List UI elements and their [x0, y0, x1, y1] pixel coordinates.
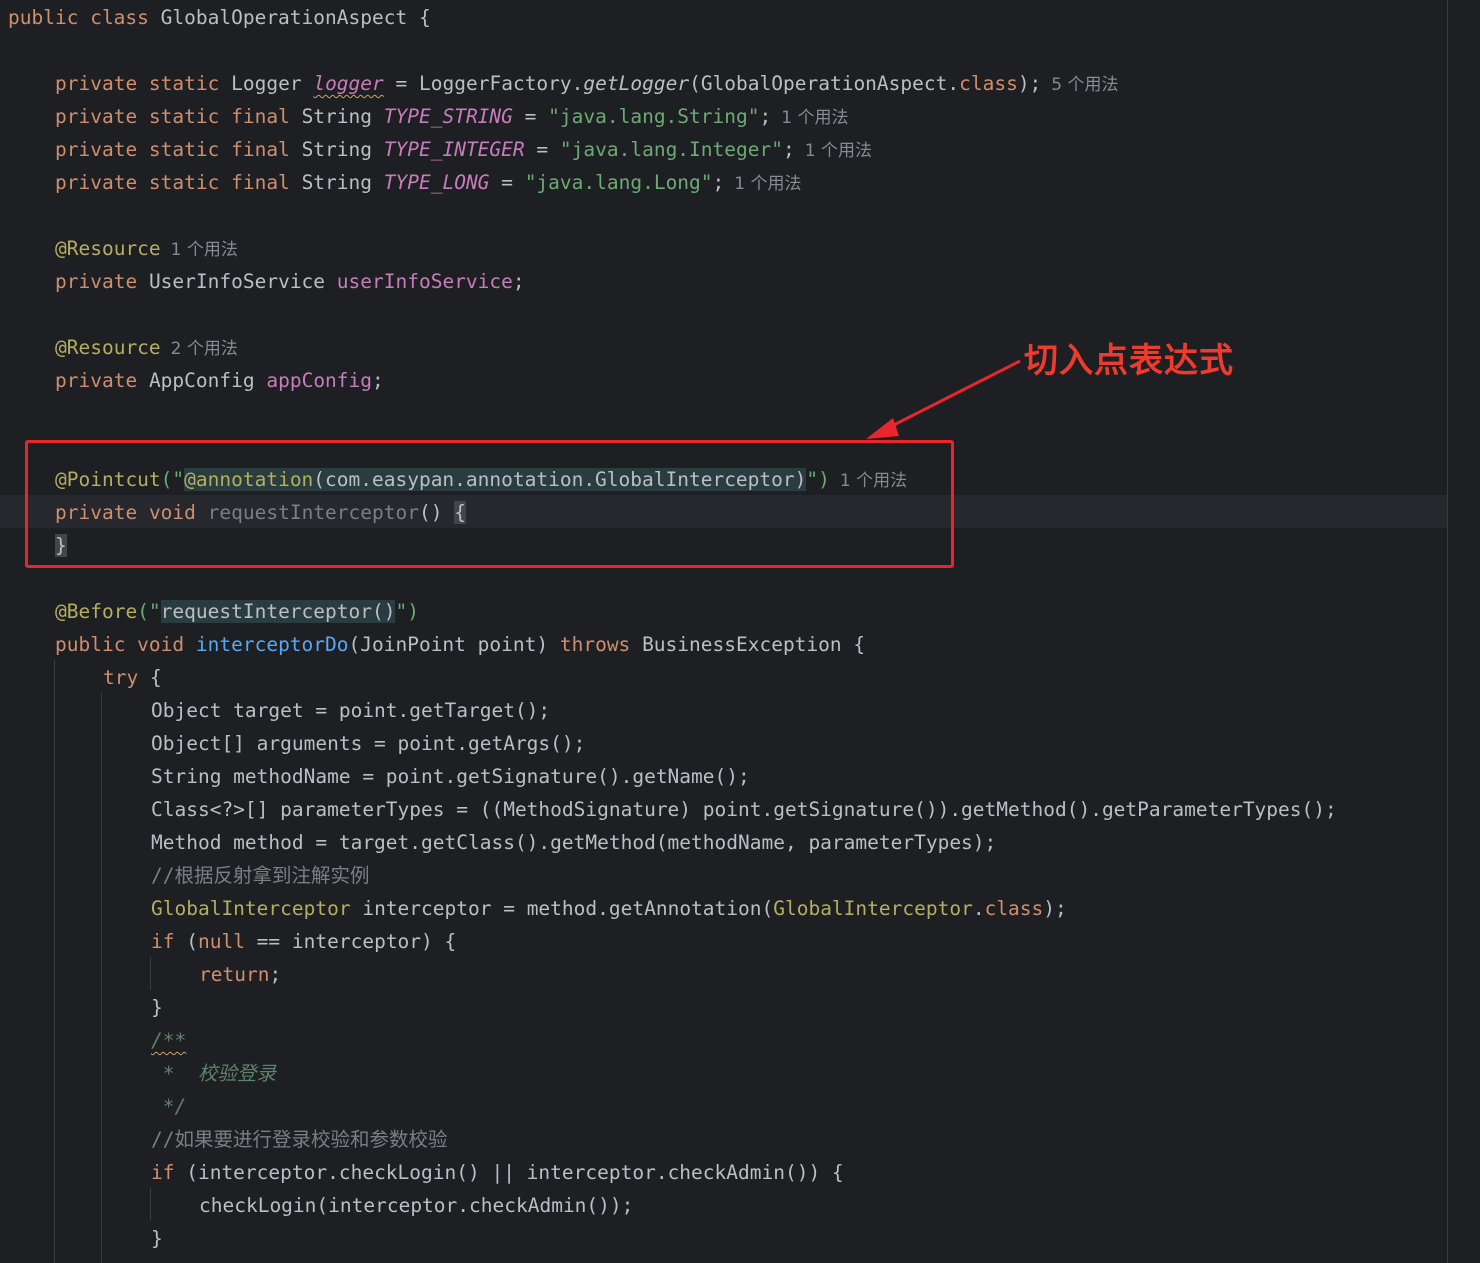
- annotation-label: 切入点表达式: [1024, 341, 1234, 381]
- arrow-icon: [866, 359, 1021, 439]
